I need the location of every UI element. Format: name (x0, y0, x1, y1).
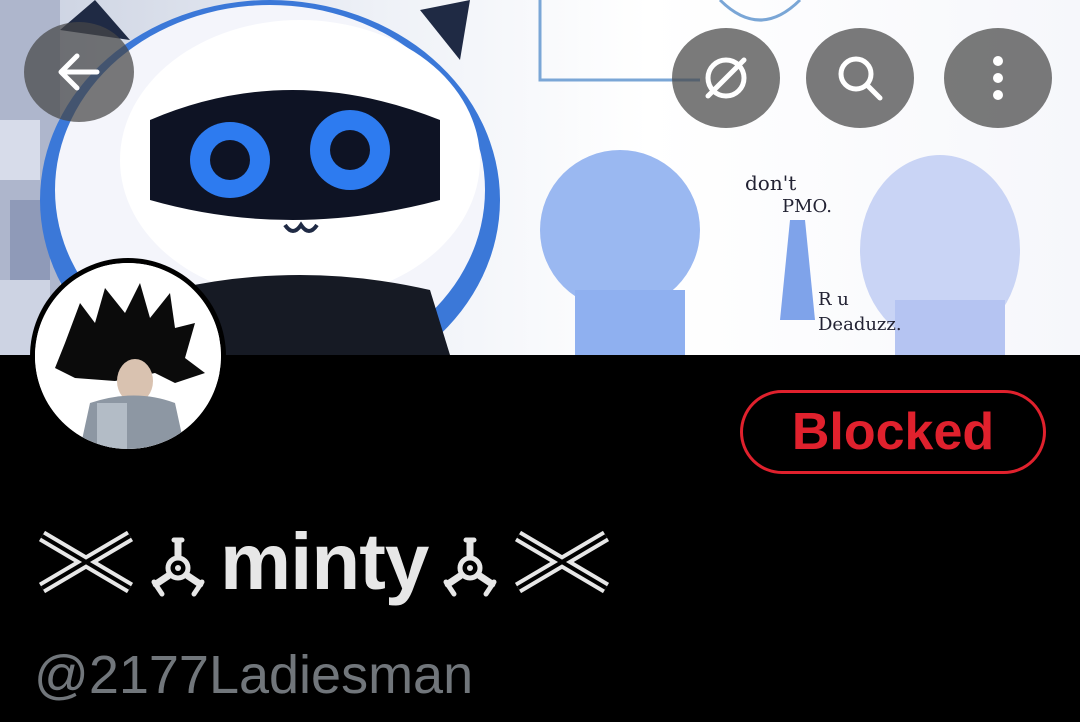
display-name: minty (36, 512, 612, 612)
radiation-symbol-icon (151, 537, 205, 597)
sensitive-media-button[interactable] (672, 28, 780, 128)
crossed-swords-icon (515, 530, 610, 594)
search-button[interactable] (806, 28, 914, 128)
avatar[interactable] (30, 258, 226, 454)
avatar-image (35, 263, 221, 449)
banner-note-ru: R u (818, 289, 849, 310)
radiation-symbol-icon (443, 537, 497, 597)
back-button[interactable] (24, 22, 134, 122)
search-icon (838, 56, 883, 101)
crossed-swords-icon (38, 530, 134, 594)
username-handle: @2177Ladiesman (34, 645, 474, 705)
blocked-button[interactable]: Blocked (740, 390, 1046, 474)
eye-off-icon (705, 57, 747, 99)
arrow-left-icon (58, 53, 100, 91)
more-options-button[interactable] (944, 28, 1052, 128)
more-vertical-icon (993, 56, 1003, 100)
banner-note-pmo: PMO. (782, 196, 832, 217)
display-name-text: minty (220, 517, 429, 606)
banner-note-deaduzz: Deaduzz. (818, 314, 902, 335)
banner-note-dont: don't (745, 171, 796, 195)
